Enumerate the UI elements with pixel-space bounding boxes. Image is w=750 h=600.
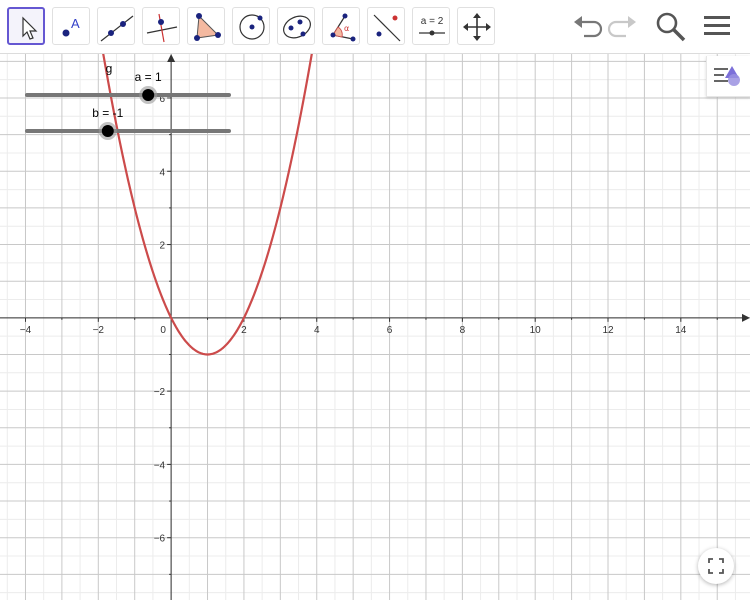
x-tick-label: 8: [460, 325, 466, 336]
fullscreen-button[interactable]: [698, 548, 734, 584]
slider-a-handle[interactable]: [142, 89, 155, 101]
circle-center-point-tool[interactable]: [232, 7, 270, 45]
perpendicular-line-icon: [146, 13, 178, 43]
polygon-tool[interactable]: [187, 7, 225, 45]
angle-alpha-glyph: α: [344, 24, 349, 33]
x-tick-label: 0: [160, 325, 166, 336]
point-icon: A: [62, 16, 80, 37]
coordinate-plane[interactable]: −4 −2 0 2 4 6 8 10 12 14 6 4 2 −2 −4 −6 …: [0, 54, 750, 600]
fullscreen-icon: [708, 558, 724, 574]
x-tick-label: 2: [241, 325, 247, 336]
x-tick-label: 4: [314, 325, 320, 336]
style-bar-toggle-icon: [714, 66, 740, 86]
ellipse-tool[interactable]: [277, 7, 315, 45]
x-tick-label: 6: [387, 325, 393, 336]
function-g-label[interactable]: g: [106, 61, 113, 75]
redo-button[interactable]: [606, 9, 640, 43]
search-button[interactable]: [653, 9, 687, 43]
search-icon: [656, 12, 686, 42]
ellipse-icon: [283, 15, 311, 39]
line-tool[interactable]: [97, 7, 135, 45]
slider-a[interactable]: a = 1: [25, 70, 231, 104]
slider-a-label: a = 1: [135, 70, 162, 84]
y-tick-label: −2: [154, 387, 166, 398]
slider-tool-caption: a = 2: [421, 16, 444, 27]
x-tick-label: −4: [20, 325, 32, 336]
undo-icon: [574, 16, 603, 38]
perpendicular-line-tool[interactable]: [142, 7, 180, 45]
circle-icon: [239, 14, 265, 40]
cursor-arrow-icon: [22, 16, 38, 40]
line-through-points-icon: [100, 15, 134, 42]
point-tool[interactable]: A: [52, 7, 90, 45]
slider-b-label: b = -1: [92, 106, 123, 120]
y-tick-labels: 6 4 2 −2 −4 −6: [154, 94, 166, 545]
y-tick-label: −6: [154, 534, 166, 545]
slider-tool[interactable]: a = 2: [412, 7, 450, 45]
x-tick-label: −2: [93, 325, 105, 336]
y-tick-label: −4: [154, 460, 166, 471]
move-arrows-icon: [463, 13, 491, 41]
slider-b-handle[interactable]: [101, 125, 114, 137]
move-tool[interactable]: [7, 7, 45, 45]
y-tick-label: 2: [160, 241, 166, 252]
reflect-tool[interactable]: [367, 7, 405, 45]
polygon-icon: [194, 13, 221, 41]
move-graphics-view-tool[interactable]: [457, 7, 495, 45]
y-tick-label: 4: [160, 167, 166, 178]
style-bar-toggle[interactable]: [706, 56, 750, 97]
menu-button[interactable]: [701, 9, 735, 43]
toolbar: A α a = 2: [0, 0, 750, 54]
x-axis-arrow: [742, 313, 750, 322]
point-tool-letter: A: [71, 16, 80, 31]
undo-button[interactable]: [570, 9, 604, 43]
menu-icon: [704, 16, 730, 35]
x-tick-label: 12: [602, 325, 614, 336]
reflect-about-line-icon: [373, 14, 401, 42]
x-tick-label: 14: [675, 325, 687, 336]
angle-icon: α: [330, 13, 356, 42]
graphics-view[interactable]: −4 −2 0 2 4 6 8 10 12 14 6 4 2 −2 −4 −6 …: [0, 54, 750, 600]
x-tick-label: 10: [530, 325, 542, 336]
angle-tool[interactable]: α: [322, 7, 360, 45]
redo-icon: [607, 16, 636, 38]
y-axis-arrow: [167, 54, 176, 62]
slider-icon: a = 2: [419, 16, 445, 36]
